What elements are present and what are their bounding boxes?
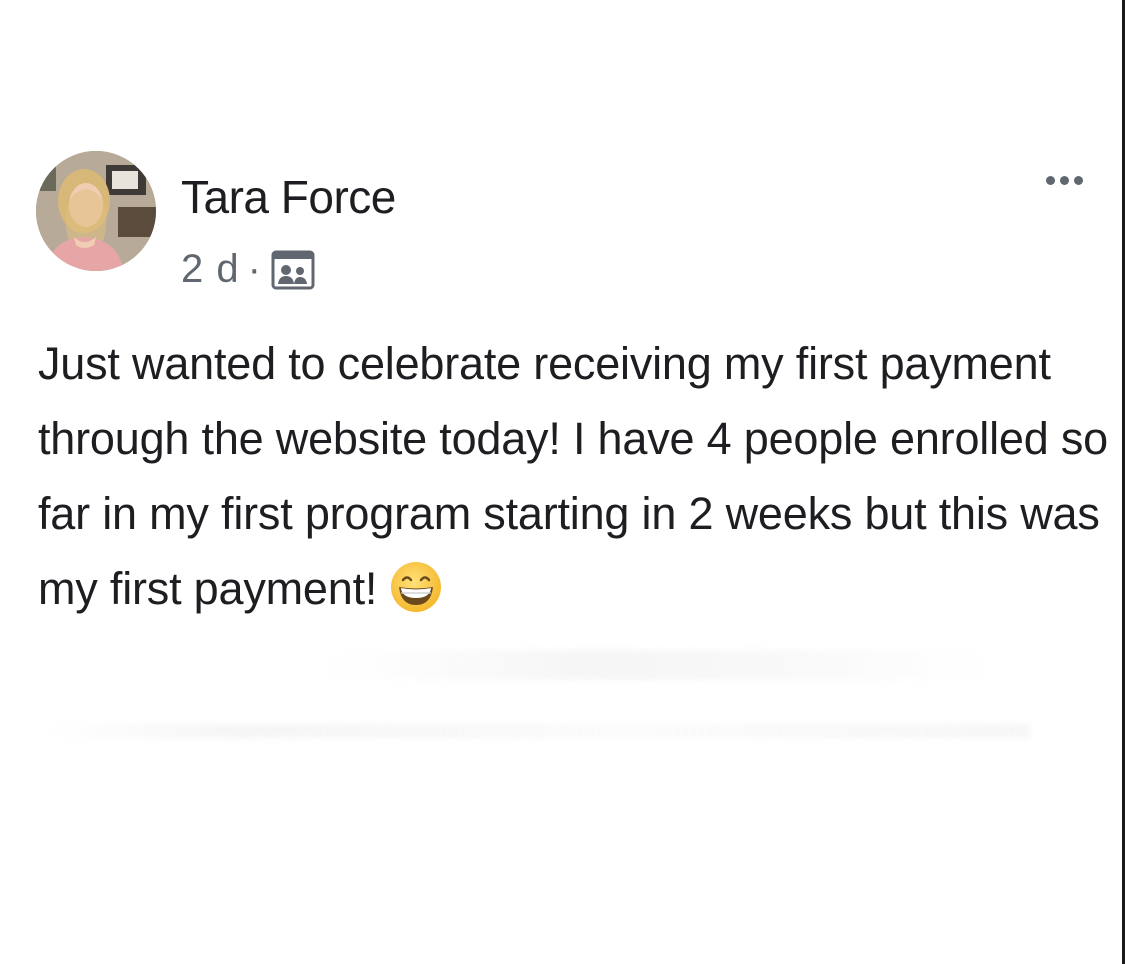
- more-options-icon: [1045, 175, 1055, 185]
- profile-photo-icon: [36, 151, 156, 271]
- author-avatar[interactable]: [36, 151, 156, 271]
- author-name[interactable]: Tara Force: [181, 170, 396, 224]
- more-options-dot: [1059, 175, 1069, 185]
- post-text: Just wanted to celebrate receiving my fi…: [38, 338, 1108, 614]
- more-options-dot: [1073, 175, 1083, 185]
- meta-separator: ·: [247, 247, 261, 291]
- faded-text-artifact: [330, 650, 990, 680]
- more-options-button[interactable]: [1036, 160, 1092, 200]
- post-timestamp[interactable]: 2 d: [181, 247, 240, 292]
- post-meta: 2 d ·: [181, 244, 315, 294]
- group-audience-icon[interactable]: [271, 250, 315, 290]
- post-body: Just wanted to celebrate receiving my fi…: [38, 326, 1108, 626]
- faded-text-artifact: [40, 724, 1030, 738]
- post-card: Tara Force 2 d · Just wanted to celebrat…: [0, 0, 1122, 964]
- grinning-face-emoji-icon: [389, 560, 443, 614]
